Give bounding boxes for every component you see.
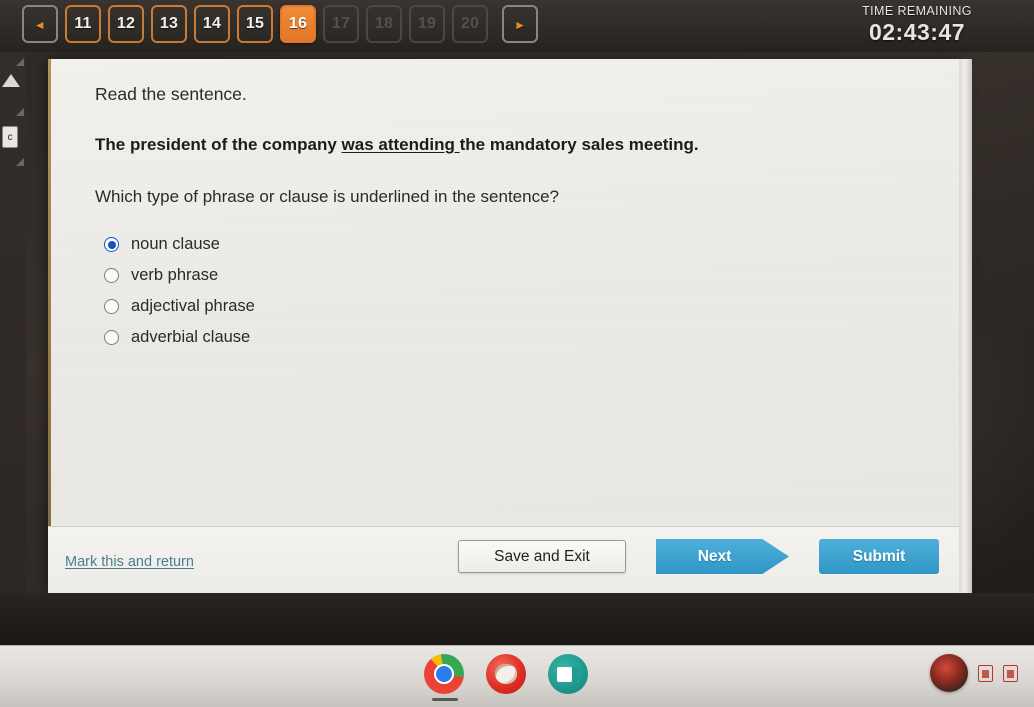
sentence-part-after: the mandatory sales meeting. — [459, 135, 699, 154]
time-remaining-label: TIME REMAINING — [862, 4, 972, 18]
time-remaining: TIME REMAINING 02:43:47 — [812, 4, 1022, 46]
left-app-rail: c — [0, 30, 26, 610]
answer-option-label-noun-clause: noun clause — [131, 235, 220, 253]
rail-triangle-icon[interactable] — [2, 74, 20, 87]
answer-option-verb-phrase[interactable]: verb phrase — [104, 260, 255, 291]
desktop-screen: c ◂ 11 12 13 14 15 16 17 18 19 20 ▸ TIME… — [0, 0, 1034, 707]
taskbar-shelf — [0, 645, 1034, 707]
question-sentence: The president of the company was attendi… — [95, 135, 699, 155]
radio-button-verb-phrase[interactable] — [104, 268, 119, 283]
rail-notch-3 — [16, 158, 24, 166]
chrome-active-indicator — [432, 698, 458, 701]
next-question-button[interactable]: ▸ — [502, 5, 538, 43]
notification-badge-icon-2[interactable] — [1003, 664, 1018, 682]
page-scrollbar[interactable] — [959, 59, 972, 593]
save-and-exit-button[interactable]: Save and Exit — [458, 540, 626, 573]
next-button[interactable]: Next — [656, 539, 789, 574]
question-button-12[interactable]: 12 — [108, 5, 144, 43]
desktop-gap-band — [0, 593, 1034, 645]
question-button-18: 18 — [366, 5, 402, 43]
teal-app-icon[interactable] — [548, 654, 588, 694]
question-button-19: 19 — [409, 5, 445, 43]
time-remaining-value: 02:43:47 — [868, 19, 966, 45]
red-app-icon[interactable] — [486, 654, 526, 694]
question-button-20: 20 — [452, 5, 488, 43]
answer-option-noun-clause[interactable]: noun clause — [104, 229, 255, 260]
sentence-underlined-phrase: was attending — [341, 135, 460, 154]
radio-button-adverbial-clause[interactable] — [104, 330, 119, 345]
question-button-13[interactable]: 13 — [151, 5, 187, 43]
prev-question-button[interactable]: ◂ — [22, 5, 58, 43]
question-card: Read the sentence. The president of the … — [48, 59, 959, 593]
chrome-icon[interactable] — [424, 654, 464, 694]
answer-option-label-adjectival-phrase: adjectival phrase — [131, 297, 255, 315]
question-footer: Mark this and return Save and Exit Next … — [48, 526, 959, 593]
notification-badge-icon[interactable] — [978, 664, 993, 682]
question-button-15[interactable]: 15 — [237, 5, 273, 43]
question-button-17: 17 — [323, 5, 359, 43]
footer-button-group: Save and Exit Next Submit — [458, 539, 939, 574]
radio-button-adjectival-phrase[interactable] — [104, 299, 119, 314]
radio-button-noun-clause[interactable] — [104, 237, 119, 252]
shelf-app-icons — [424, 654, 588, 694]
question-intro: Read the sentence. — [95, 84, 247, 104]
rail-notch-2 — [16, 108, 24, 116]
answer-option-label-adverbial-clause: adverbial clause — [131, 328, 251, 346]
answer-option-adverbial-clause[interactable]: adverbial clause — [104, 322, 255, 353]
question-navigation-bar: ◂ 11 12 13 14 15 16 17 18 19 20 ▸ TIME R… — [0, 0, 1034, 52]
question-number-list: ◂ 11 12 13 14 15 16 17 18 19 20 ▸ — [22, 5, 538, 43]
rail-notch-1 — [16, 58, 24, 66]
question-prompt: Which type of phrase or clause is underl… — [95, 187, 559, 206]
question-button-14[interactable]: 14 — [194, 5, 230, 43]
question-button-16-current[interactable]: 16 — [280, 5, 316, 43]
right-arrow-icon: ▸ — [516, 16, 524, 32]
sentence-part-before: The president of the company — [95, 135, 342, 154]
question-button-11[interactable]: 11 — [65, 5, 101, 43]
answer-option-adjectival-phrase[interactable]: adjectival phrase — [104, 291, 255, 322]
avatar-icon[interactable] — [930, 654, 968, 692]
submit-button[interactable]: Submit — [819, 539, 939, 574]
question-body: Read the sentence. The president of the … — [48, 59, 959, 526]
answer-option-label-verb-phrase: verb phrase — [131, 266, 219, 284]
next-button-wrapper: Next — [656, 539, 789, 574]
rail-chip-icon[interactable]: c — [2, 126, 18, 148]
left-arrow-icon: ◂ — [36, 16, 44, 32]
answer-options-group: noun clause verb phrase adjectival phras… — [104, 229, 255, 353]
shelf-status-area — [930, 654, 1018, 692]
mark-this-and-return-link[interactable]: Mark this and return — [65, 554, 194, 570]
